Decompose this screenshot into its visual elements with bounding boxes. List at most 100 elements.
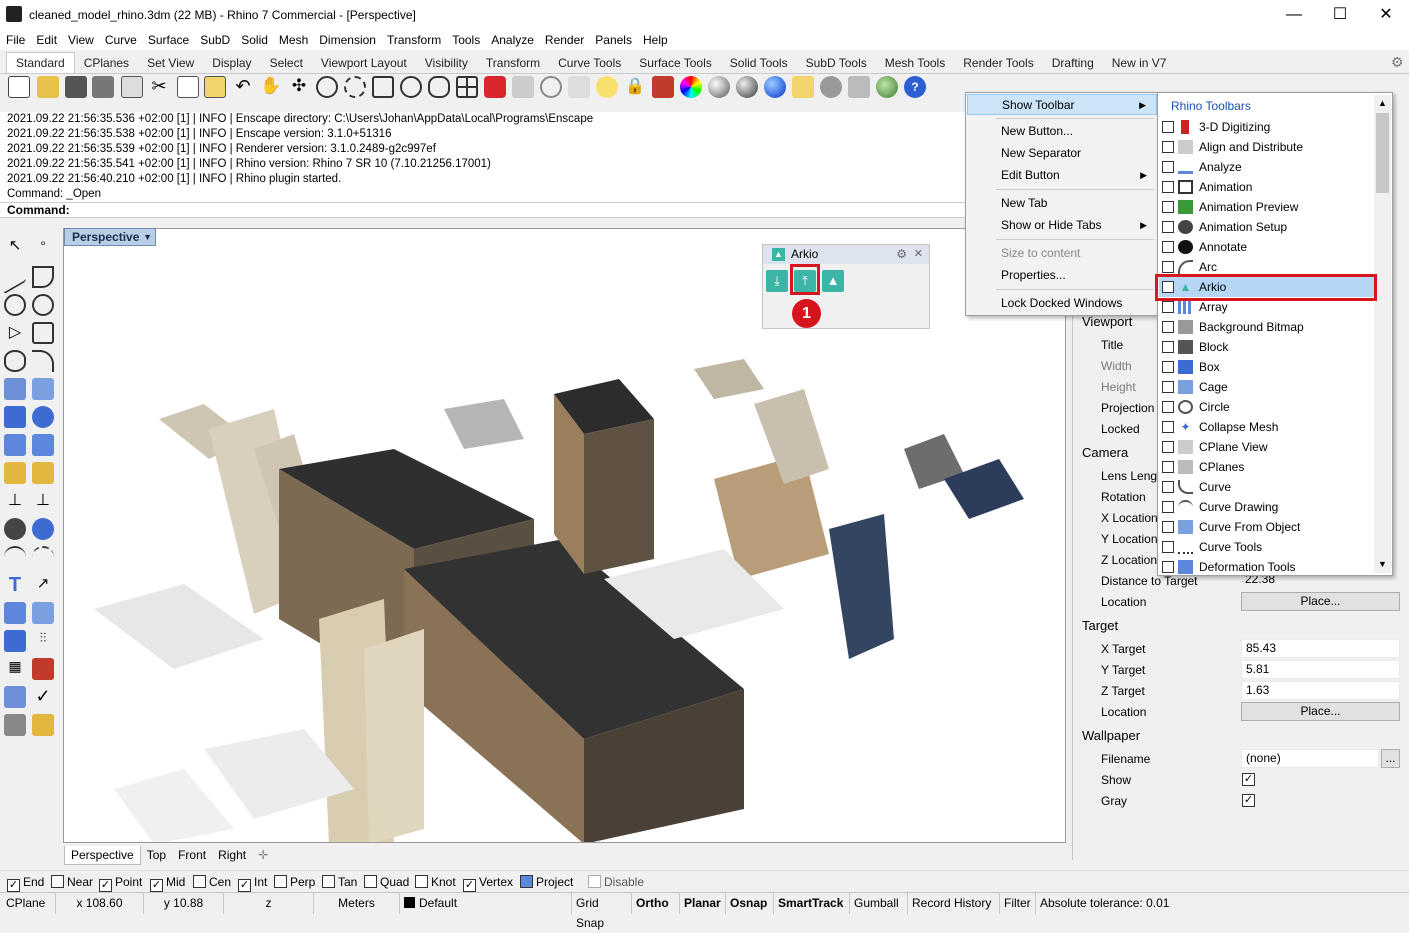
zoom-icon[interactable] — [316, 76, 338, 98]
status-layer[interactable]: Default — [400, 893, 572, 914]
menu-view[interactable]: View — [62, 30, 99, 49]
checkbox[interactable] — [1162, 201, 1174, 213]
checkbox[interactable] — [1162, 441, 1174, 453]
menu-edit[interactable]: Edit — [30, 30, 62, 49]
menu-item-show-hide-tabs[interactable]: Show or Hide Tabs ▶ — [967, 215, 1157, 236]
tab-viewport-layout[interactable]: Viewport Layout — [312, 53, 416, 74]
checkbox[interactable] — [1162, 481, 1174, 493]
menu-item-new-separator[interactable]: New Separator — [967, 143, 1157, 164]
sphere-icon[interactable] — [32, 406, 54, 428]
menu-analyze[interactable]: Analyze — [485, 30, 539, 49]
minimize-button[interactable]: — — [1271, 0, 1317, 30]
viewport-tab-perspective[interactable]: Perspective — [64, 846, 141, 865]
menu-item-show-toolbar[interactable]: Show Toolbar ▶ — [967, 94, 1157, 115]
toolbar-item-cplanes[interactable]: CPlanes — [1159, 457, 1374, 477]
osnap-knot-checkbox[interactable] — [415, 875, 428, 888]
solid-tools-icon[interactable] — [4, 630, 26, 652]
toolbar-item-block[interactable]: Block — [1159, 337, 1374, 357]
zoom-extents-icon[interactable] — [372, 76, 394, 98]
toolbar-item-curve-tools[interactable]: Curve Tools — [1159, 537, 1374, 557]
menu-item-size-to-content[interactable]: Size to content — [967, 243, 1157, 264]
polyline-icon[interactable] — [4, 259, 26, 295]
camera-place-button[interactable]: Place... — [1241, 592, 1400, 611]
status-ortho[interactable]: Ortho — [632, 893, 680, 914]
layout-icon[interactable] — [4, 714, 26, 736]
toolbar-item-analyze[interactable]: Analyze — [1159, 157, 1374, 177]
gear-icon[interactable]: ⚙ — [1391, 54, 1404, 71]
checkbox[interactable] — [1162, 561, 1174, 573]
tab-visibility[interactable]: Visibility — [416, 53, 477, 74]
copy-icon[interactable] — [177, 76, 199, 98]
rectangle-icon[interactable] — [32, 322, 54, 344]
toolbar-item-3d-digitizing[interactable]: 3-D Digitizing — [1159, 117, 1374, 137]
select-icon[interactable] — [568, 76, 590, 98]
tab-select[interactable]: Select — [261, 53, 312, 74]
analyze-icon[interactable] — [4, 686, 26, 708]
osnap-tan[interactable]: Tan — [322, 874, 357, 890]
mesh-icon[interactable] — [32, 434, 54, 456]
checkbox[interactable] — [1162, 541, 1174, 553]
new-file-icon[interactable] — [8, 76, 30, 98]
grid-snap-icon[interactable] — [540, 76, 562, 98]
cplane-icon[interactable] — [512, 76, 534, 98]
scroll-down-icon[interactable]: ▼ — [1378, 559, 1387, 569]
menu-solid[interactable]: Solid — [235, 30, 273, 49]
menu-mesh[interactable]: Mesh — [273, 30, 313, 49]
osnap-project-checkbox[interactable] — [520, 875, 533, 888]
explode-icon[interactable]: ⊥ — [32, 490, 54, 512]
osnap-point-checkbox[interactable]: ✓ — [99, 879, 112, 892]
circle-3pt-icon[interactable] — [32, 294, 54, 316]
group-icon[interactable] — [4, 518, 26, 540]
status-osnap[interactable]: Osnap — [726, 893, 774, 914]
array-icon[interactable]: ⫶⫶ — [32, 630, 54, 652]
checkbox[interactable] — [1162, 141, 1174, 153]
shade-icon[interactable] — [708, 76, 730, 98]
menu-surface[interactable]: Surface — [142, 30, 194, 49]
status-filter[interactable]: Filter — [1000, 893, 1036, 914]
save-icon[interactable] — [65, 76, 87, 98]
checkbox[interactable] — [1162, 301, 1174, 313]
render-preview-icon[interactable] — [736, 76, 758, 98]
status-gumball[interactable]: Gumball — [850, 893, 908, 914]
checkbox[interactable] — [1162, 241, 1174, 253]
tab-subd-tools[interactable]: SubD Tools — [797, 53, 876, 74]
command-input[interactable]: Command: — [0, 202, 1070, 218]
y-target-field[interactable]: 5.81 — [1241, 660, 1400, 679]
lock-icon[interactable]: 🔒 — [624, 76, 646, 98]
osnap-near-checkbox[interactable] — [51, 875, 64, 888]
osnap-vertex-checkbox[interactable]: ✓ — [463, 879, 476, 892]
circle-icon[interactable] — [4, 294, 26, 316]
checkbox[interactable] — [1162, 341, 1174, 353]
check-icon[interactable]: ✓ — [32, 686, 54, 708]
checkbox[interactable] — [1162, 361, 1174, 373]
osnap-perp-checkbox[interactable] — [274, 875, 287, 888]
dimension-icon[interactable]: ↗ — [32, 574, 54, 596]
osnap-end-checkbox[interactable]: ✓ — [7, 879, 20, 892]
toolbar-item-curve[interactable]: Curve — [1159, 477, 1374, 497]
status-cplane[interactable]: CPlane — [0, 893, 56, 914]
export-up-icon[interactable] — [792, 76, 814, 98]
checkbox[interactable] — [1162, 501, 1174, 513]
menu-item-edit-button[interactable]: Edit Button ▶ — [967, 165, 1157, 186]
export-icon[interactable] — [121, 76, 143, 98]
tab-solid-tools[interactable]: Solid Tools — [721, 53, 797, 74]
scrollbar-thumb[interactable] — [1376, 113, 1389, 193]
checkbox[interactable] — [1162, 321, 1174, 333]
render-icon[interactable] — [764, 76, 786, 98]
menu-item-properties[interactable]: Properties... — [967, 265, 1157, 286]
gear-icon[interactable]: ⚙ — [896, 245, 907, 264]
filename-field[interactable]: (none) — [1241, 749, 1379, 768]
osnap-point[interactable]: ✓ Point — [99, 874, 142, 892]
gray-checkbox[interactable]: ✓ — [1242, 794, 1255, 807]
osnap-cen[interactable]: Cen — [193, 874, 231, 890]
zoom-selected-icon[interactable] — [400, 76, 422, 98]
tab-curve-tools[interactable]: Curve Tools — [549, 53, 630, 74]
car-icon[interactable] — [484, 76, 506, 98]
maximize-button[interactable]: ☐ — [1317, 0, 1363, 30]
zoom-window-icon[interactable] — [344, 76, 366, 98]
viewport-title-tab[interactable]: Perspective ▼ — [64, 228, 156, 246]
osnap-vertex[interactable]: ✓ Vertex — [463, 874, 513, 892]
open-folder-icon[interactable] — [37, 76, 59, 98]
viewport-tab-top[interactable]: Top — [141, 846, 172, 864]
browse-button[interactable]: ... — [1381, 749, 1400, 768]
